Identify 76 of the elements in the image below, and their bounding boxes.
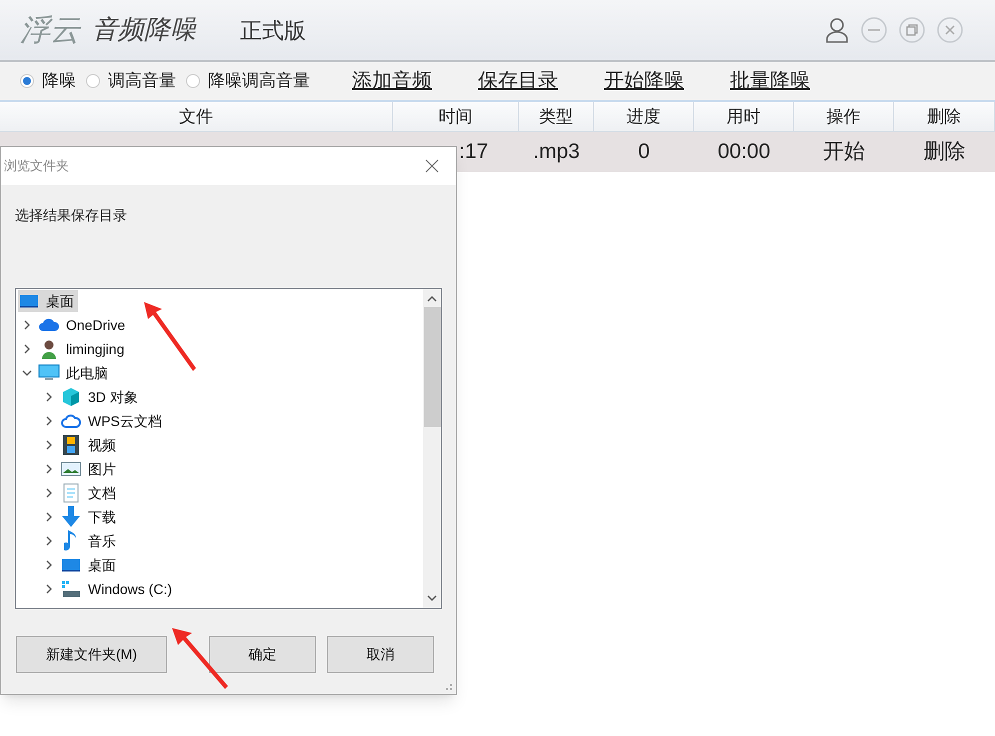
tree-item[interactable]: 视频 [60, 434, 120, 456]
dialog-prompt: 选择结果保存目录 [15, 206, 128, 225]
column-header: 进度 [594, 102, 694, 131]
cloud-icon [38, 318, 60, 332]
tree-item[interactable]: 下载 [60, 506, 120, 528]
logo-text: 浮云 [20, 12, 80, 50]
picture-icon [61, 462, 81, 476]
column-header: 类型 [519, 102, 594, 131]
elapsed-cell-text: 00:00 [718, 139, 770, 166]
tree-item[interactable]: 桌面 [18, 290, 78, 312]
arrow-drawing [142, 300, 198, 372]
scrollbar[interactable] [423, 289, 441, 608]
chevron-down-icon[interactable] [22, 368, 32, 378]
chevron-right-icon[interactable] [44, 584, 54, 594]
radio-button[interactable] [20, 74, 34, 88]
column-header: 删除 [894, 102, 995, 131]
tree-item[interactable]: Windows (C:) [60, 578, 176, 600]
dialog-button[interactable]: 新建文件夹(M) [16, 636, 167, 673]
arrow-drawing [170, 626, 230, 690]
resize-grip-icon[interactable] [443, 681, 453, 691]
radio-label[interactable]: 降噪 [42, 68, 76, 94]
dialog-title: 浏览文件夹 [4, 157, 69, 176]
cube-icon [61, 387, 81, 407]
chevron-right-icon[interactable] [44, 560, 54, 570]
tree-item[interactable]: WPS云文档 [60, 410, 166, 432]
radio-button[interactable] [186, 74, 200, 88]
radio-label[interactable]: 降噪调高音量 [208, 68, 310, 94]
type-cell-text: .mp3 [533, 139, 580, 166]
column-header: 文件 [0, 102, 393, 131]
chevron-right-icon[interactable] [44, 488, 54, 498]
chevron-right-icon[interactable] [22, 320, 32, 330]
download-arrow-icon [61, 506, 81, 528]
user-icon[interactable] [825, 17, 849, 43]
tree-item[interactable]: 图片 [60, 458, 120, 480]
chevron-right-icon[interactable] [44, 392, 54, 402]
chevron-right-icon[interactable] [44, 464, 54, 474]
tree-item[interactable]: 桌面 [60, 554, 120, 576]
chevron-right-icon[interactable] [44, 512, 54, 522]
dialog-button[interactable]: 确定 [209, 636, 316, 673]
time-cell-text: :17 [459, 139, 488, 166]
tree-item[interactable]: 文档 [60, 482, 120, 504]
restore-icon[interactable] [899, 17, 925, 43]
action-link[interactable]: 批量降噪 [730, 66, 810, 96]
chevron-right-icon[interactable] [22, 344, 32, 354]
chevron-right-icon[interactable] [44, 416, 54, 426]
music-note-icon [64, 530, 78, 552]
monitor-icon [61, 557, 81, 573]
film-icon [63, 435, 79, 455]
app-title: 音频降噪 [92, 14, 196, 46]
tree-item[interactable]: limingjing [38, 338, 128, 360]
edition-label: 正式版 [240, 16, 306, 44]
cloud-icon [61, 413, 81, 429]
column-header: 时间 [393, 102, 519, 131]
document-icon [63, 483, 79, 503]
tree-item[interactable]: 音乐 [60, 530, 120, 552]
chevron-right-icon[interactable] [44, 440, 54, 450]
monitor-icon [19, 293, 39, 309]
action-link[interactable]: 保存目录 [478, 66, 558, 96]
tree-item[interactable]: 此电脑 [38, 362, 112, 384]
drive-icon [61, 580, 81, 598]
radio-button[interactable] [86, 74, 100, 88]
chevron-right-icon[interactable] [44, 536, 54, 546]
action-link[interactable]: 添加音频 [352, 66, 432, 96]
tree-item[interactable]: OneDrive [38, 314, 130, 336]
column-header: 用时 [694, 102, 794, 131]
progress-cell-text: 0 [638, 139, 650, 166]
computer-icon [38, 364, 60, 382]
column-header: 操作 [794, 102, 894, 131]
user-icon [41, 339, 57, 359]
action-link[interactable]: 开始降噪 [604, 66, 684, 96]
action-link[interactable]: 开始 [823, 136, 865, 168]
tree-item[interactable]: 3D 对象 [60, 386, 142, 408]
close-icon[interactable] [425, 159, 439, 173]
dialog-button[interactable]: 取消 [327, 636, 434, 673]
delete-link[interactable]: 删除 [924, 136, 966, 168]
radio-label[interactable]: 调高音量 [108, 68, 176, 94]
